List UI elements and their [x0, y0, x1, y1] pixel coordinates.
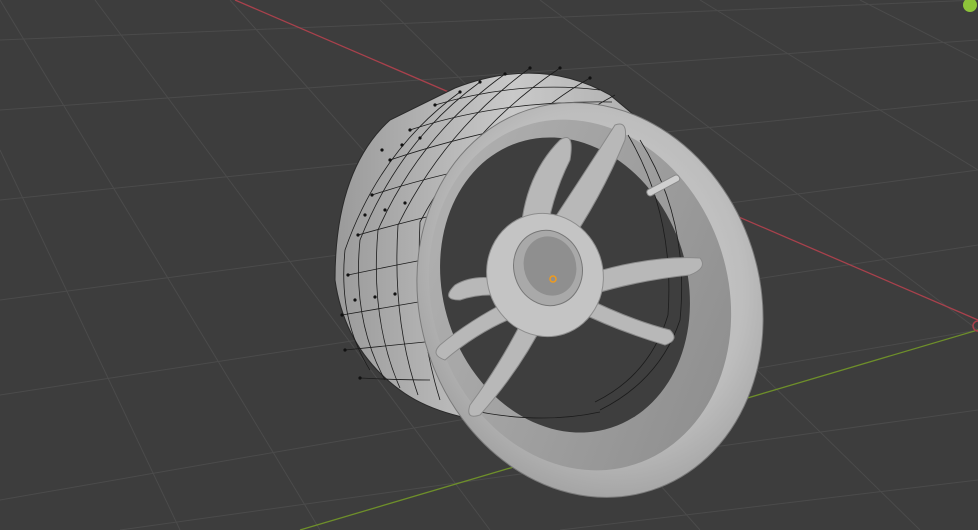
- navigation-gizmo-y-dot[interactable]: [963, 0, 977, 12]
- viewport-canvas[interactable]: [0, 0, 978, 530]
- wheel-mesh[interactable]: [334, 57, 813, 530]
- 3d-viewport[interactable]: [0, 0, 978, 530]
